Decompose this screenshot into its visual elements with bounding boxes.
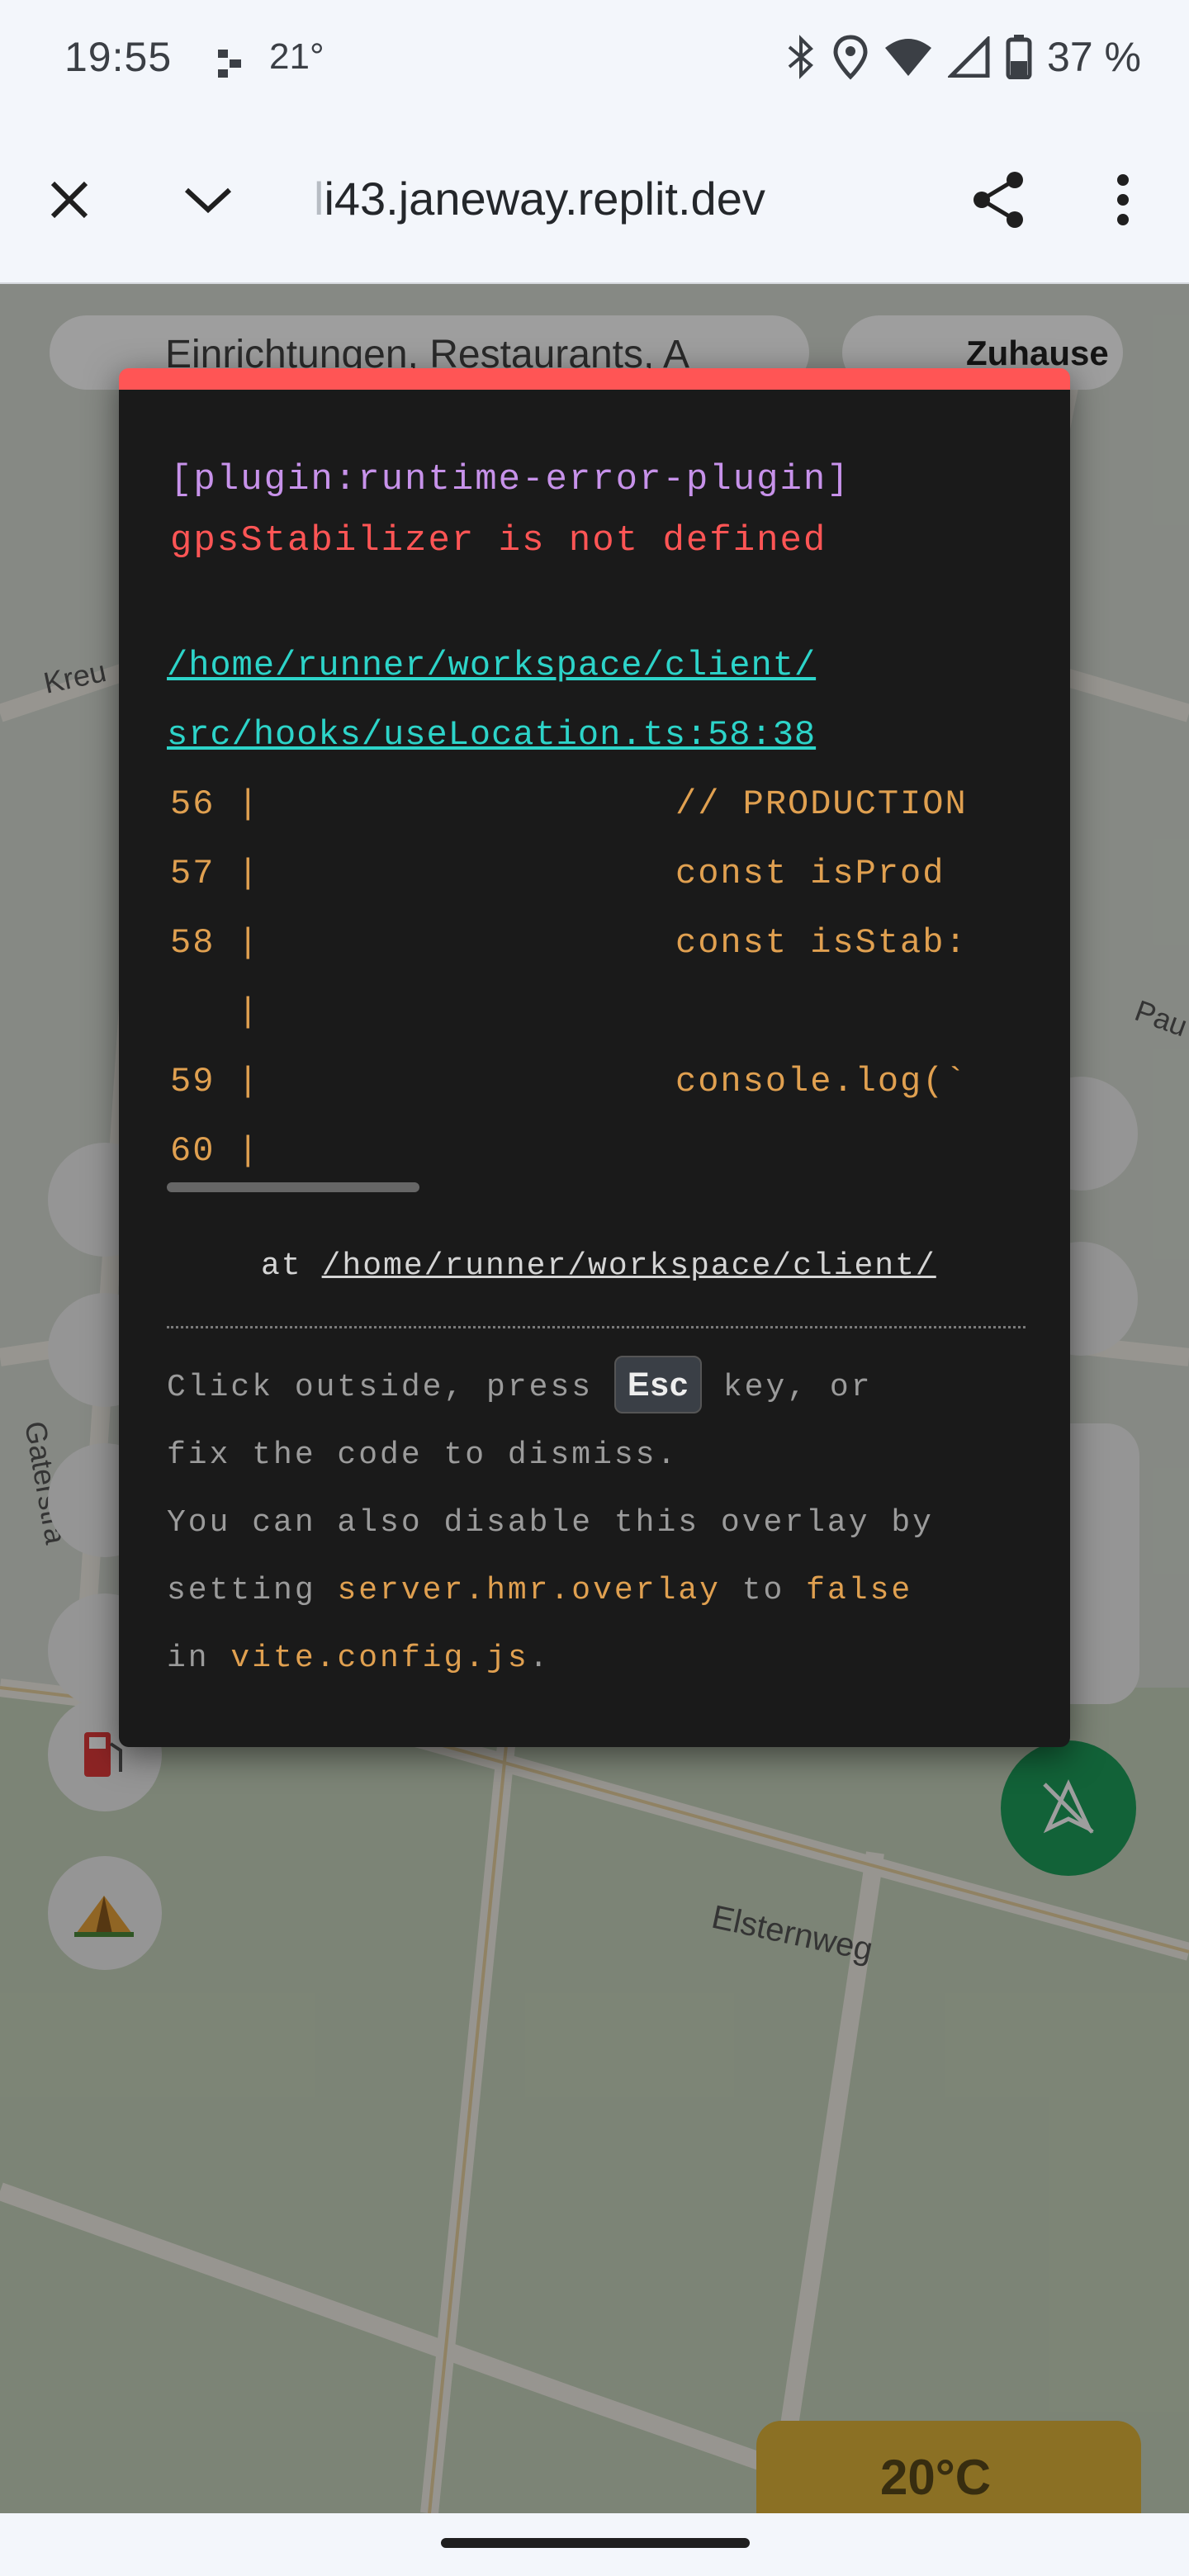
error-overlay: [plugin:runtime-error-plugin] gpsStabili…: [119, 368, 1070, 1747]
tip-text-2: key, or: [722, 1370, 873, 1405]
error-plugin: [plugin:runtime-error-plugin]: [170, 459, 850, 500]
tip-config-file: vite.config.js: [230, 1641, 529, 1676]
chevron-down-icon: [184, 187, 232, 214]
minimize-tab-button[interactable]: [167, 159, 249, 241]
code-line: 58 | const isStab:: [170, 923, 968, 963]
home-gesture-handle[interactable]: [441, 2538, 750, 2548]
status-icons: 37 %: [784, 33, 1141, 81]
more-vertical-icon: [1117, 174, 1129, 225]
tip-text-7: in: [167, 1641, 210, 1676]
status-temperature: 21°: [269, 36, 324, 77]
clock: 19:55: [64, 34, 173, 80]
error-message: gpsStabilizer is not defined: [170, 520, 827, 561]
code-line: 59 | console.log(`: [170, 1062, 968, 1101]
status-bar: 19:55 21° 37 %: [0, 0, 1189, 116]
stack-link[interactable]: /home/runner/workspace/client/: [322, 1248, 936, 1284]
divider: [167, 1326, 1026, 1328]
tip-text-6: to: [741, 1573, 785, 1608]
url-text: i43.janeway.replit.dev: [324, 173, 765, 225]
weather-icon: [218, 50, 241, 78]
battery-icon: [1006, 35, 1032, 79]
stack-trace: at/home/runner/workspace/client/: [261, 1248, 936, 1284]
tip-text-5: setting: [167, 1573, 316, 1608]
system-nav-bar: [0, 2513, 1189, 2576]
error-file-path-1: /home/runner/workspace/client/: [167, 646, 817, 685]
bluetooth-icon: [788, 35, 813, 79]
close-icon: [50, 181, 88, 219]
code-line: |: [170, 992, 260, 1032]
error-file-path-2: src/hooks/useLocation.ts:58:38: [167, 715, 817, 755]
more-options-button[interactable]: [1082, 159, 1164, 241]
stack-prefix: at: [261, 1248, 302, 1284]
tip-false: false: [806, 1573, 913, 1608]
dismiss-tip: Click outside, press Esc key, or fix the…: [167, 1354, 1026, 1693]
url-faded-prefix: l: [314, 173, 324, 225]
battery-percent: 37 %: [1047, 34, 1141, 80]
code-line: 57 | const isProd: [170, 854, 945, 893]
tip-setting: server.hmr.overlay: [337, 1573, 721, 1608]
tip-text-3: fix the code to dismiss.: [167, 1437, 679, 1473]
code-frame: 56 |// PRODUCTION 57 | const isProd 58 | c…: [170, 784, 1029, 1181]
tip-text-1: Click outside, press: [167, 1370, 594, 1405]
share-button[interactable]: [958, 159, 1040, 241]
tip-text-8: .: [528, 1641, 551, 1676]
signal-icon: [948, 36, 990, 78]
esc-key: Esc: [613, 1356, 703, 1413]
location-icon: [833, 35, 868, 80]
tip-text-4: You can also disable this overlay by: [167, 1505, 934, 1541]
error-file-link[interactable]: /home/runner/workspace/client/ src/hooks…: [167, 631, 816, 769]
browser-toolbar: li43.janeway.replit.dev: [0, 116, 1189, 284]
url-bar[interactable]: li43.janeway.replit.dev: [314, 172, 765, 225]
code-line: 60 |: [170, 1131, 260, 1171]
code-line: 56 |// PRODUCTION: [170, 784, 968, 824]
share-icon: [973, 172, 1023, 228]
code-scrollbar[interactable]: [167, 1182, 419, 1192]
wifi-icon: [885, 39, 932, 76]
close-tab-button[interactable]: [28, 159, 111, 241]
